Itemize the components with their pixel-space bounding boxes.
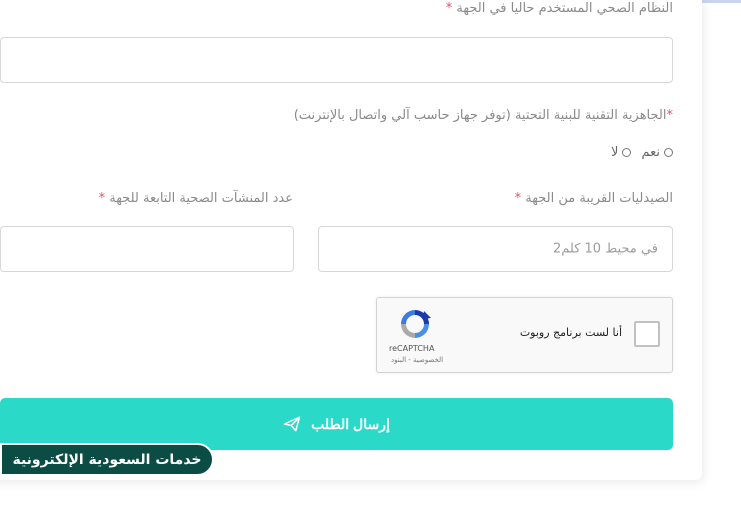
health-system-input[interactable] [0, 37, 673, 83]
radio-no[interactable] [622, 148, 632, 157]
radio-yes[interactable] [664, 148, 673, 157]
pharmacies-label: الصيدليات القريبة من الجهة * [514, 191, 673, 206]
send-icon [283, 416, 301, 432]
pharmacies-input[interactable]: في محيط 10 كلم2 [318, 226, 673, 272]
infrastructure-radio-group: نعم لا [605, 145, 673, 160]
recaptcha-label: أنا لست برنامج روبوت [519, 326, 622, 339]
recaptcha-links[interactable]: الخصوصية - البنود [391, 356, 443, 364]
submit-label: إرسال الطلب [311, 415, 390, 432]
infrastructure-label: *الجاهزية التقنية للبنية التحتية (توفر ج… [293, 108, 673, 123]
radio-no-label: لا [611, 145, 619, 160]
recaptcha-checkbox[interactable] [634, 321, 660, 347]
recaptcha-logo-icon [401, 310, 431, 338]
watermark-badge: خدمات السعودية الإلكترونية [0, 443, 214, 476]
health-system-label: النظام الصحي المستخدم حاليا في الجهة * [445, 1, 673, 16]
recaptcha-widget: أنا لست برنامج روبوت reCAPTCHA الخصوصية … [376, 297, 673, 373]
facilities-label: عدد المنشآت الصحية التابعة للجهة * [98, 191, 293, 206]
facilities-input[interactable] [0, 226, 294, 272]
recaptcha-brand: reCAPTCHA [389, 344, 435, 353]
pharmacies-placeholder: في محيط 10 كلم2 [552, 241, 658, 257]
radio-yes-label: نعم [641, 145, 660, 160]
